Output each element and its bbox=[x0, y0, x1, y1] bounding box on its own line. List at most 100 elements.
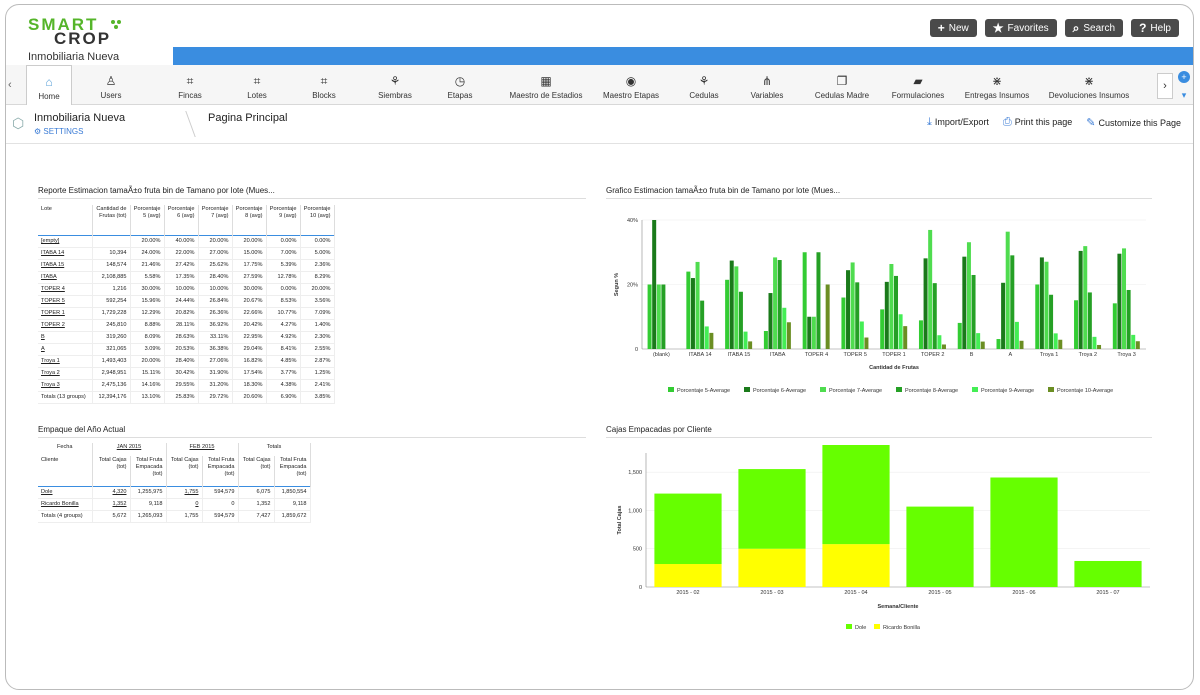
bar[interactable] bbox=[773, 257, 778, 349]
bar[interactable] bbox=[656, 284, 661, 350]
bar[interactable] bbox=[1001, 282, 1006, 349]
bar[interactable] bbox=[859, 321, 864, 349]
column-header[interactable]: Total Cajas (tot) bbox=[92, 456, 131, 486]
drilldown-link[interactable]: 4,320 bbox=[92, 486, 131, 499]
lote-link[interactable]: ITABA bbox=[38, 271, 93, 284]
help-button[interactable]: ? Help bbox=[1131, 19, 1179, 37]
nav-item-home[interactable]: ⌂ Home bbox=[26, 65, 72, 105]
bar[interactable] bbox=[918, 320, 923, 349]
lote-link[interactable]: ITABA 14 bbox=[38, 247, 93, 260]
drilldown-link[interactable]: 1,352 bbox=[92, 498, 131, 511]
bar[interactable] bbox=[782, 307, 787, 349]
bar[interactable] bbox=[957, 322, 962, 349]
nav-item-cedulas[interactable]: ⚘ Cedulas bbox=[682, 65, 726, 105]
bar[interactable] bbox=[1005, 231, 1010, 349]
drilldown-link[interactable]: 1,755 bbox=[166, 486, 203, 499]
bar[interactable] bbox=[709, 332, 714, 349]
column-header[interactable]: Porcentaje 7 (avg) bbox=[198, 205, 233, 235]
bar[interactable] bbox=[748, 341, 753, 349]
nav-item-fincas[interactable]: ⌗ Fincas bbox=[159, 65, 221, 105]
bar[interactable] bbox=[825, 284, 830, 350]
bar[interactable] bbox=[647, 284, 652, 350]
bar[interactable] bbox=[704, 326, 709, 349]
bar[interactable] bbox=[1035, 284, 1040, 350]
bar[interactable] bbox=[1058, 339, 1063, 349]
bar[interactable] bbox=[1126, 289, 1131, 349]
lote-link[interactable]: Troya 2 bbox=[38, 367, 93, 380]
bar[interactable] bbox=[734, 266, 739, 349]
bar[interactable] bbox=[1087, 292, 1092, 349]
stacked-bar-segment[interactable] bbox=[990, 477, 1058, 587]
bar[interactable] bbox=[864, 337, 869, 349]
lote-link[interactable]: [empty] bbox=[38, 235, 93, 248]
column-header[interactable]: Total Fruta Empacada (tot) bbox=[130, 456, 167, 486]
client-link[interactable]: Ricardo Bonilla bbox=[38, 498, 93, 511]
favorites-button[interactable]: ★ Favorites bbox=[984, 19, 1057, 37]
column-header[interactable]: Cantidad de Frutas (tot) bbox=[92, 205, 131, 235]
bar[interactable] bbox=[777, 260, 782, 349]
bar[interactable] bbox=[980, 341, 985, 349]
column-header[interactable]: Porcentaje 10 (avg) bbox=[300, 205, 335, 235]
bar[interactable] bbox=[690, 278, 695, 349]
bar[interactable] bbox=[1044, 261, 1049, 349]
client-link[interactable]: Dole bbox=[38, 486, 93, 499]
stacked-bar-segment[interactable] bbox=[738, 548, 806, 587]
nav-add-icon[interactable]: + bbox=[1178, 71, 1190, 83]
nav-item-entregas-insumos[interactable]: ⋇ Entregas Insumos bbox=[956, 65, 1038, 105]
lote-link[interactable]: B bbox=[38, 331, 93, 344]
nav-item-siembras[interactable]: ⚘ Siembras bbox=[362, 65, 428, 105]
nav-item-etapas[interactable]: ◷ Etapas bbox=[430, 65, 490, 105]
stacked-bar-segment[interactable] bbox=[822, 445, 890, 545]
customize-page-link[interactable]: ✎ Customize this Page bbox=[1086, 116, 1181, 129]
bar[interactable] bbox=[937, 335, 942, 349]
bar[interactable] bbox=[1092, 336, 1097, 349]
nav-item-blocks[interactable]: ⌗ Blocks bbox=[294, 65, 354, 105]
lote-link[interactable]: TOPER 5 bbox=[38, 295, 93, 308]
bar[interactable] bbox=[652, 220, 657, 349]
bar[interactable] bbox=[695, 261, 700, 349]
lote-link[interactable]: Troya 3 bbox=[38, 379, 93, 392]
bar[interactable] bbox=[932, 283, 937, 349]
nav-item-variables[interactable]: ⋔ Variables bbox=[736, 65, 798, 105]
bar[interactable] bbox=[661, 284, 666, 350]
bar[interactable] bbox=[700, 300, 705, 349]
bar[interactable] bbox=[1083, 246, 1088, 349]
bar[interactable] bbox=[898, 314, 903, 349]
column-header[interactable]: Lote bbox=[38, 205, 93, 235]
bar[interactable] bbox=[971, 274, 976, 349]
bar[interactable] bbox=[1039, 257, 1044, 349]
nav-expand-icon[interactable]: ▾ bbox=[1178, 89, 1190, 101]
bar[interactable] bbox=[1010, 255, 1015, 349]
column-header[interactable]: Total Cajas (tot) bbox=[166, 456, 203, 486]
bar[interactable] bbox=[725, 279, 730, 349]
column-header[interactable]: Total Fruta Empacada (tot) bbox=[274, 456, 311, 486]
bar[interactable] bbox=[802, 252, 807, 349]
bar[interactable] bbox=[1049, 294, 1054, 349]
bar[interactable] bbox=[1019, 340, 1024, 349]
bar[interactable] bbox=[1131, 334, 1136, 349]
column-group-header[interactable]: FEB 2015 bbox=[166, 443, 239, 456]
lote-link[interactable]: TOPER 4 bbox=[38, 283, 93, 296]
column-header[interactable]: Cliente bbox=[38, 456, 93, 486]
bar[interactable] bbox=[743, 331, 748, 349]
column-header[interactable]: Total Fruta Empacada (tot) bbox=[202, 456, 239, 486]
nav-item-formulaciones[interactable]: ▰ Formulaciones bbox=[880, 65, 956, 105]
bar[interactable] bbox=[976, 333, 981, 349]
column-header[interactable]: Total Cajas (tot) bbox=[238, 456, 275, 486]
bar[interactable] bbox=[962, 256, 967, 349]
drilldown-link[interactable]: 0 bbox=[166, 498, 203, 511]
bar[interactable] bbox=[846, 270, 851, 349]
print-page-link[interactable]: ⎙ Print this page bbox=[1003, 116, 1072, 129]
settings-link[interactable]: ⚙ SETTINGS bbox=[34, 127, 83, 136]
stacked-bar-segment[interactable] bbox=[822, 544, 890, 587]
bar[interactable] bbox=[841, 297, 846, 349]
stacked-bar-segment[interactable] bbox=[1074, 560, 1142, 587]
bar[interactable] bbox=[686, 271, 691, 349]
bar[interactable] bbox=[1078, 250, 1083, 349]
bar[interactable] bbox=[807, 316, 812, 349]
nav-item-maestro-etapas[interactable]: ◉ Maestro Etapas bbox=[596, 65, 666, 105]
column-header[interactable]: Porcentaje 5 (avg) bbox=[130, 205, 165, 235]
nav-item-maestro-de-estadios[interactable]: ▦ Maestro de Estadios bbox=[498, 65, 594, 105]
bar[interactable] bbox=[1135, 341, 1140, 349]
nav-scroll-left-icon[interactable]: ‹ bbox=[8, 79, 12, 91]
